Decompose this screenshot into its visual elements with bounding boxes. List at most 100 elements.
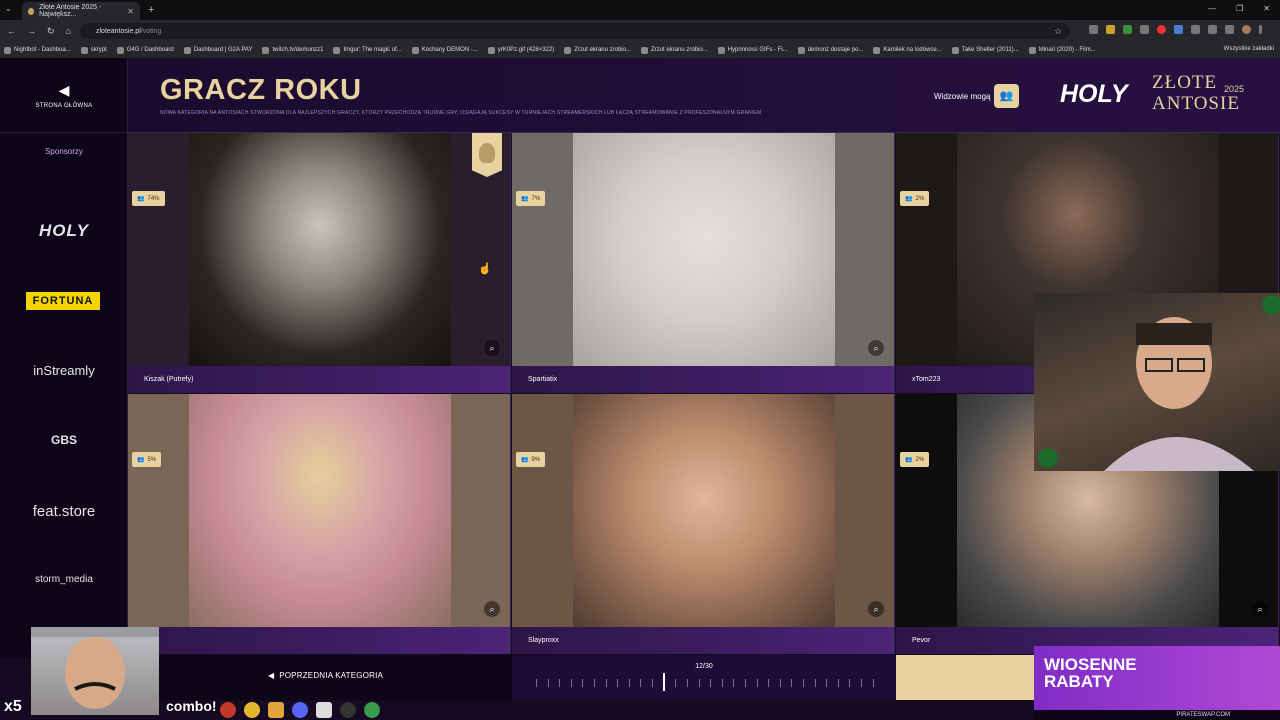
bookmark-item[interactable]: Dashboard | G2A PAY xyxy=(183,46,252,54)
reload-icon[interactable]: ↻ xyxy=(47,26,55,37)
sponsor-ad-banner[interactable]: WIOSENNE RABATY xyxy=(1034,646,1280,710)
sponsor-stormmedia-logo[interactable]: storm_media xyxy=(0,574,128,585)
bookmark-item[interactable]: demonz dostaje po... xyxy=(797,46,863,54)
users-icon: 👥 xyxy=(137,457,145,463)
zoom-icon[interactable]: ⌕ xyxy=(484,601,500,617)
users-icon: 👥 xyxy=(521,457,529,463)
progress-tick xyxy=(710,679,712,687)
sponsor-gbs-logo[interactable]: GBS xyxy=(0,433,128,447)
bookmark-item[interactable]: Kamilek na lodówce... xyxy=(873,46,942,54)
progress-tick xyxy=(849,679,851,687)
progress-tick xyxy=(640,679,642,687)
bookmark-item[interactable]: yrK0Pz.gif (428×322) xyxy=(487,46,554,54)
url-input[interactable]: zloteantosie.pl/voting ☆ xyxy=(80,23,1070,39)
bookmarks-bar: Nightbot - Dashboa... skrypt G4G / Dashb… xyxy=(0,42,1280,58)
forward-icon[interactable]: → xyxy=(27,26,36,37)
bookmark-item[interactable]: Nightbot - Dashboa... xyxy=(4,46,71,54)
url-path: /voting xyxy=(140,27,162,35)
progress-tick xyxy=(570,679,572,687)
previous-category-button[interactable]: ◀ POPRZEDNIA KATEGORIA xyxy=(268,671,383,680)
viewers-vote-button[interactable]: 👥 xyxy=(994,84,1019,108)
sponsor-fortuna-logo[interactable]: FORTUNA xyxy=(26,292,100,310)
all-bookmarks-link[interactable]: Wszystkie zakładki xyxy=(1224,46,1274,52)
extension-icon[interactable] xyxy=(1106,25,1115,34)
record-icon[interactable] xyxy=(1157,25,1166,34)
category-description: NOWA KATEGORIA NA ANTOSIACH STWORZONA DL… xyxy=(160,110,762,116)
back-icon[interactable]: ← xyxy=(7,26,16,37)
users-icon: 👥 xyxy=(905,196,913,202)
combo-text: combo! xyxy=(166,698,217,714)
new-tab-icon[interactable]: + xyxy=(148,4,154,16)
bookmark-item[interactable]: Zrzut ekranu zrobio... xyxy=(640,46,708,54)
ad-headline: WIOSENNE RABATY xyxy=(1044,655,1137,691)
taskbar xyxy=(220,702,380,718)
bookmark-item[interactable]: Minari (2020) - Film... xyxy=(1028,46,1096,54)
progress-tick xyxy=(779,679,781,687)
bookmark-star-icon[interactable]: ☆ xyxy=(1054,26,1062,37)
bookmark-item[interactable]: Imgur: The magic of... xyxy=(333,46,402,54)
zoom-icon[interactable]: ⌕ xyxy=(484,340,500,356)
sponsor-holy-logo[interactable]: HOLY xyxy=(0,221,128,241)
extension-icon[interactable] xyxy=(1140,25,1149,34)
zoom-icon[interactable]: ⌕ xyxy=(868,601,884,617)
extension-icon[interactable] xyxy=(1191,25,1200,34)
tab-search-icon[interactable]: ⌄ xyxy=(5,4,12,13)
progress-tick xyxy=(721,679,723,687)
app-icon[interactable] xyxy=(292,702,308,718)
users-icon: 👥 xyxy=(905,457,913,463)
progress-tick xyxy=(733,679,735,687)
extension-icon[interactable] xyxy=(1123,25,1132,34)
nominee-card[interactable]: 👥 74% ⌕ Kiszak (Putrefy) xyxy=(128,133,511,393)
event-year: 2025 xyxy=(1224,84,1245,94)
sponsor-featstore-logo[interactable]: feat.store xyxy=(0,503,128,520)
nominee-card[interactable]: 👥5% ⌕ ...on xyxy=(128,394,511,654)
vote-percent-badge: 👥 9% xyxy=(516,452,546,467)
app-icon[interactable] xyxy=(316,702,332,718)
zoom-icon[interactable]: ⌕ xyxy=(1252,601,1268,617)
progress-tick xyxy=(594,679,596,687)
bookmark-item[interactable]: Take Shelter (2011)... xyxy=(951,46,1019,54)
progress-tick xyxy=(826,679,828,687)
obs-icon[interactable] xyxy=(340,702,356,718)
page-title: GRACZ ROKU xyxy=(160,74,362,106)
progress-tick xyxy=(559,679,561,687)
progress-tick xyxy=(744,679,746,687)
nominee-name: Kiszak (Putrefy) xyxy=(128,366,510,393)
bookmark-item[interactable]: twitch.tv/demonzz1 xyxy=(262,46,323,54)
extension-icon[interactable] xyxy=(1225,25,1234,34)
app-icon[interactable] xyxy=(220,702,236,718)
nominee-card[interactable]: 👥 7% ⌕ Spartiatix xyxy=(512,133,895,393)
users-icon: 👥 xyxy=(137,196,145,202)
vote-percent-badge: 👥 74% xyxy=(132,191,165,206)
home-icon[interactable]: ⌂ xyxy=(66,26,71,37)
bookmark-item[interactable]: Zrzut ekranu zrobio... xyxy=(564,46,631,54)
extension-icon[interactable] xyxy=(1208,25,1217,34)
bookmark-item[interactable]: skrypt xyxy=(80,46,107,54)
progress-tick xyxy=(675,679,677,687)
users-icon: 👥 xyxy=(521,196,529,202)
bookmark-item[interactable]: Hypnnnoss GIFs - Fi... xyxy=(717,46,788,54)
folder-icon[interactable] xyxy=(268,702,284,718)
progress-tick xyxy=(617,679,619,687)
bookmark-item[interactable]: G4G / Dashboard xyxy=(116,46,174,54)
home-link[interactable]: ◀ STRONA GŁÓWNA xyxy=(0,58,128,133)
extension-icon[interactable] xyxy=(1089,25,1098,34)
close-tab-icon[interactable]: ✕ xyxy=(127,7,134,16)
extension-icon[interactable] xyxy=(1174,25,1183,34)
bookmark-item[interactable]: Kochany DEMON -... xyxy=(411,46,478,54)
chrome-icon[interactable] xyxy=(244,702,260,718)
menu-icon[interactable] xyxy=(1259,25,1262,34)
nominee-photo xyxy=(128,394,510,627)
maximize-icon[interactable]: ❐ xyxy=(1236,4,1243,13)
close-window-icon[interactable]: ✕ xyxy=(1263,4,1270,13)
minimize-icon[interactable]: — xyxy=(1208,4,1216,13)
zoom-icon[interactable]: ⌕ xyxy=(868,340,884,356)
ad-url: PIRATESWAP.COM xyxy=(1034,710,1280,720)
progress-ticks xyxy=(536,677,874,689)
sponsor-instreamly-logo[interactable]: inStreamly xyxy=(0,363,128,378)
browser-tab[interactable]: Złote Antosie 2025 - Największ... ✕ xyxy=(22,2,140,20)
profile-avatar[interactable] xyxy=(1242,25,1251,34)
nominee-name: Spartiatix xyxy=(512,366,894,393)
chrome-icon[interactable] xyxy=(364,702,380,718)
nominee-card[interactable]: 👥 9% ⌕ Slayproxx xyxy=(512,394,895,654)
